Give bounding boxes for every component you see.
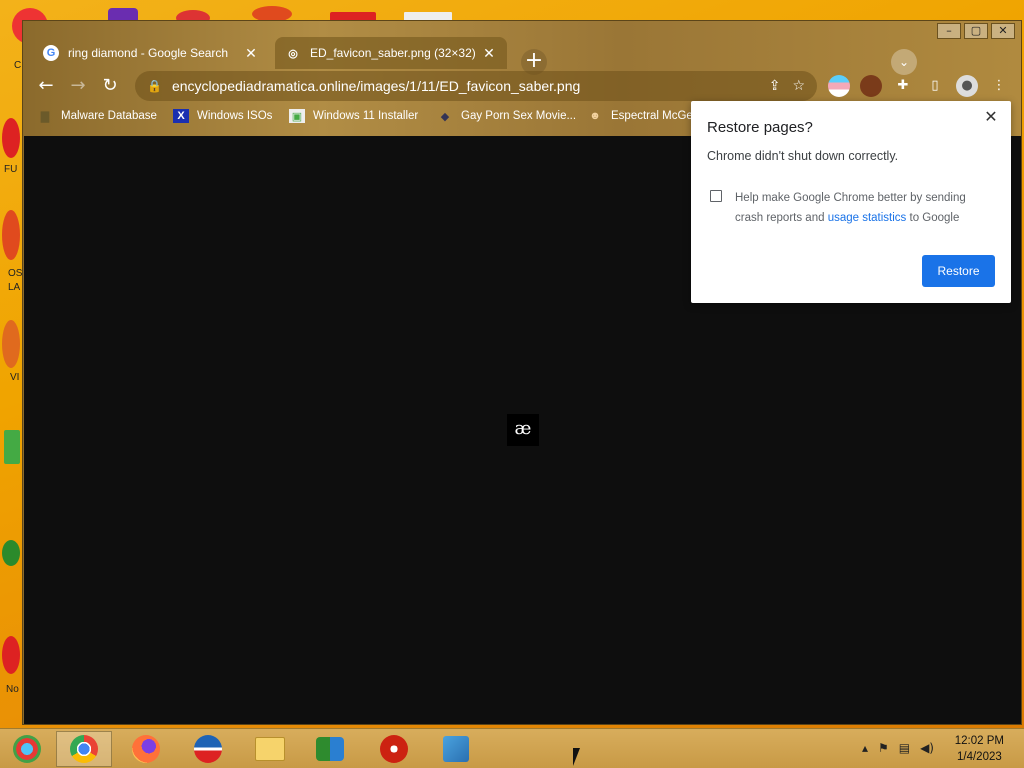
taskbar-chrome[interactable] xyxy=(56,731,112,767)
desktop-label: FU xyxy=(4,164,18,175)
x-icon: X xyxy=(173,109,189,123)
desktop-label: VI xyxy=(10,372,20,383)
tab-favicon-image[interactable]: ◎ ED_favicon_saber.png (32×32) ✕ xyxy=(275,37,507,69)
chrome-icon xyxy=(70,735,98,763)
taskbar-explorer[interactable] xyxy=(242,731,298,767)
tab-strip: G ring diamond - Google Search ✕ ◎ ED_fa… xyxy=(23,31,1021,75)
taskbar: ▴ ⚑ ▤ ◀) 12:02 PM 1/4/2023 xyxy=(0,728,1024,768)
firefox-icon xyxy=(132,735,160,763)
bookmark-movie-site[interactable]: ◆ Gay Porn Sex Movie... xyxy=(437,109,576,123)
favicon-image[interactable]: æ xyxy=(507,414,539,446)
installer-icon: ▣ xyxy=(289,109,305,123)
bookmark-label: Espectral McGe xyxy=(611,110,693,122)
site-icon: ◆ xyxy=(440,110,450,123)
share-icon[interactable]: ⇪ xyxy=(769,78,781,94)
tab-close-icon[interactable]: ✕ xyxy=(481,45,497,62)
usage-statistics-link[interactable]: usage statistics xyxy=(828,212,907,224)
google-favicon-icon: G xyxy=(43,45,59,61)
tab-close-icon[interactable]: ✕ xyxy=(243,45,259,62)
menu-dots-icon[interactable]: ⋮ xyxy=(988,75,1010,97)
close-icon[interactable]: ✕ xyxy=(981,107,1001,127)
restore-pages-dialog: Restore pages? ✕ Chrome didn't shut down… xyxy=(691,101,1011,303)
bookmark-icon: ▇ xyxy=(40,110,50,123)
folder-icon xyxy=(255,737,285,761)
tab-title: ring diamond - Google Search xyxy=(68,46,229,60)
volume-icon[interactable]: ◀) xyxy=(920,741,934,755)
restore-button[interactable]: Restore xyxy=(922,255,995,287)
face-icon: ☻ xyxy=(589,110,601,122)
show-hidden-icons-icon[interactable]: ▴ xyxy=(862,741,868,755)
desktop-icon[interactable] xyxy=(2,540,20,566)
forward-button[interactable]: → xyxy=(65,73,91,99)
back-button[interactable]: ← xyxy=(33,73,59,99)
campaign-logo-icon xyxy=(194,735,222,763)
taskbar-network-app[interactable] xyxy=(428,731,484,767)
crash-reports-checkbox[interactable] xyxy=(710,190,722,202)
desktop-label: OS xyxy=(8,268,23,279)
bookmark-label: Windows ISOs xyxy=(197,110,273,122)
clock[interactable]: 12:02 PM 1/4/2023 xyxy=(955,733,1004,765)
clock-time: 12:02 PM xyxy=(954,735,1004,747)
users-icon xyxy=(316,737,344,761)
desktop-label: No xyxy=(6,684,19,695)
flag-icon[interactable]: ⚑ xyxy=(878,741,889,755)
desktop-label: C xyxy=(14,60,22,71)
bookmark-label: Windows 11 Installer xyxy=(313,110,419,122)
bookmark-espectral[interactable]: ☻ Espectral McGe xyxy=(587,109,693,123)
desktop-icon[interactable] xyxy=(2,320,20,368)
extension-avatar-icon[interactable] xyxy=(860,75,882,97)
clock-date: 1/4/2023 xyxy=(957,751,1002,763)
desktop-icon[interactable] xyxy=(2,118,20,158)
tab-title: ED_favicon_saber.png (32×32) xyxy=(310,46,476,60)
extensions-puzzle-icon[interactable]: ✚ xyxy=(892,75,914,97)
desktop-icon[interactable] xyxy=(4,430,20,464)
extension-flag-icon[interactable] xyxy=(828,75,850,97)
side-panel-icon[interactable]: ▯ xyxy=(924,75,946,97)
globe-favicon-icon: ◎ xyxy=(288,47,298,60)
lock-icon[interactable]: 🔒 xyxy=(147,79,162,93)
bookmark-label: Gay Porn Sex Movie... xyxy=(461,110,577,122)
url-text[interactable]: encyclopediadramatica.online/images/1/11… xyxy=(172,78,757,94)
radiation-icon xyxy=(380,735,408,763)
network-icon[interactable]: ▤ xyxy=(899,741,910,755)
desktop-icon[interactable] xyxy=(2,210,20,260)
dialog-message: Chrome didn't shut down correctly. xyxy=(707,149,899,163)
toolbar: ← → ↻ 🔒 encyclopediadramatica.online/ima… xyxy=(23,71,1021,101)
checkbox-label: Help make Google Chrome better by sendin… xyxy=(735,188,985,228)
reload-button[interactable]: ↻ xyxy=(97,73,123,99)
taskbar-radiation-app[interactable] xyxy=(366,731,422,767)
start-orb-icon xyxy=(13,735,41,763)
tab-google-search[interactable]: G ring diamond - Google Search ✕ xyxy=(33,37,269,69)
dialog-title: Restore pages? xyxy=(707,119,813,136)
network-computer-icon xyxy=(443,736,469,762)
taskbar-users-app[interactable] xyxy=(302,731,358,767)
profile-icon[interactable]: ● xyxy=(956,75,978,97)
system-tray: ▴ ⚑ ▤ ◀) xyxy=(862,741,934,755)
bookmark-windows-isos[interactable]: X Windows ISOs xyxy=(173,109,272,123)
bookmark-label: Malware Database xyxy=(61,110,157,122)
bookmark-malware-database[interactable]: ▇ Malware Database xyxy=(37,109,157,123)
start-button[interactable] xyxy=(0,731,54,767)
taskbar-firefox[interactable] xyxy=(118,731,174,767)
bookmark-star-icon[interactable]: ☆ xyxy=(792,78,805,94)
bookmark-windows-11-installer[interactable]: ▣ Windows 11 Installer xyxy=(289,109,418,123)
address-bar[interactable]: 🔒 encyclopediadramatica.online/images/1/… xyxy=(135,71,817,101)
checkbox-text-end: to Google xyxy=(906,212,960,224)
taskbar-campaign-app[interactable] xyxy=(180,731,236,767)
desktop-label: LA xyxy=(8,282,21,293)
mouse-cursor-icon xyxy=(573,748,580,766)
desktop-icon[interactable] xyxy=(2,636,20,674)
